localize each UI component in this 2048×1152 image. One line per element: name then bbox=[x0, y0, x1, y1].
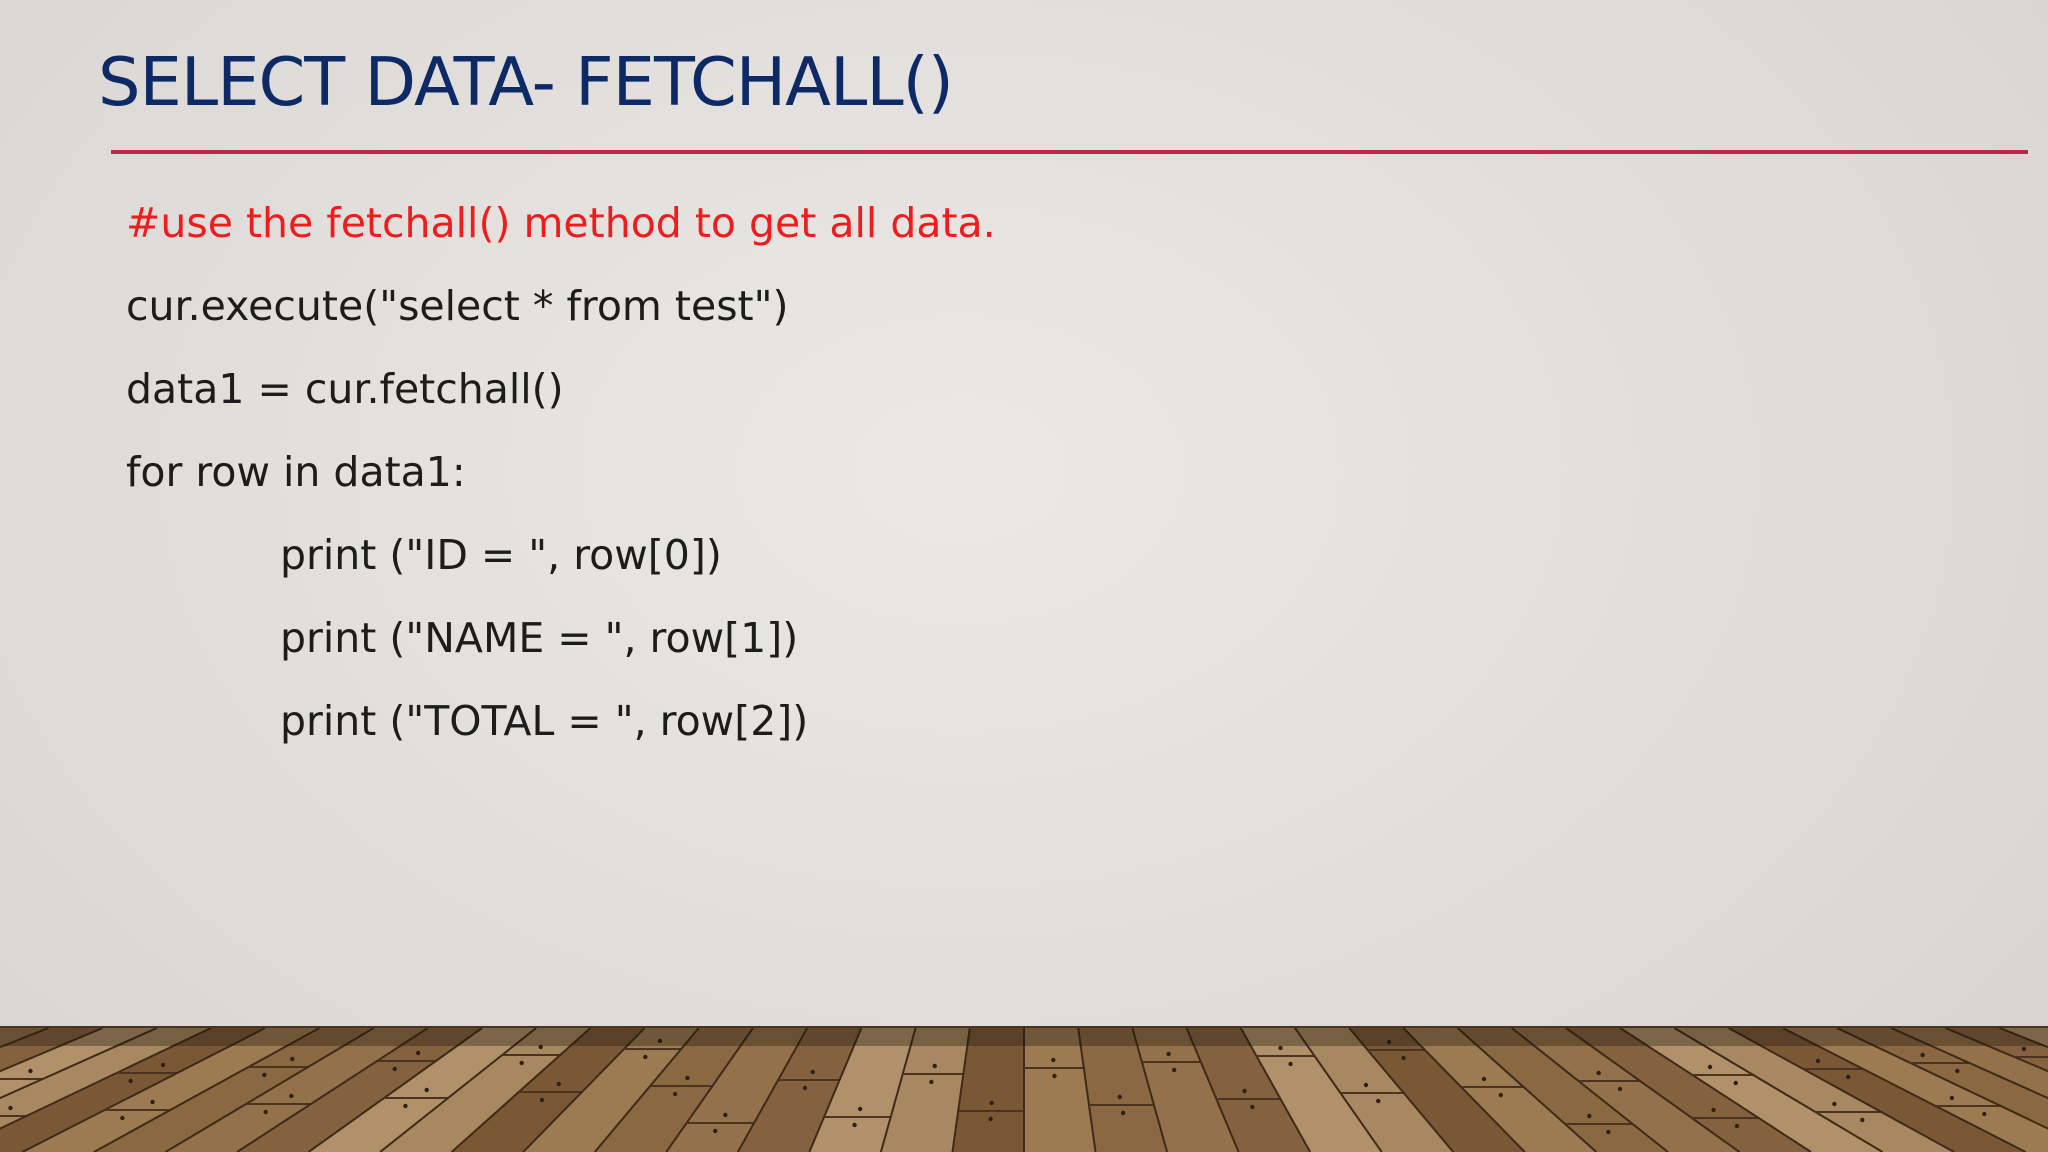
nail-dot bbox=[556, 1081, 561, 1087]
nail-dot bbox=[1949, 1095, 1955, 1101]
nail-dot bbox=[1733, 1080, 1738, 1086]
nail-dot bbox=[1982, 1111, 1987, 1117]
nail-dot bbox=[1051, 1057, 1056, 1063]
nail-dot bbox=[852, 1122, 857, 1128]
nail-dot bbox=[802, 1085, 808, 1091]
nail-dot bbox=[1278, 1045, 1283, 1051]
nail-dot bbox=[128, 1078, 133, 1084]
code-listing: #use the fetchall() method to get all da… bbox=[126, 182, 996, 763]
nail-dot bbox=[989, 1100, 994, 1106]
nail-dot bbox=[290, 1056, 295, 1062]
nail-dot bbox=[1711, 1107, 1716, 1113]
nail-dot bbox=[1587, 1113, 1592, 1119]
nail-dot bbox=[403, 1103, 408, 1109]
nail-dot bbox=[1707, 1064, 1713, 1070]
nail-dot bbox=[929, 1079, 934, 1085]
slide-title: SELECT DATA- FETCHALL() bbox=[98, 43, 954, 121]
nail-dot bbox=[1401, 1055, 1406, 1061]
nail-dot bbox=[415, 1050, 421, 1056]
nail-dot bbox=[262, 1072, 267, 1078]
nail-dot bbox=[1617, 1086, 1623, 1092]
wood-planks-graphic bbox=[0, 1028, 2048, 1152]
nail-dot bbox=[263, 1109, 268, 1115]
code-line-execute: cur.execute("select * from test") bbox=[126, 282, 789, 330]
nail-dot bbox=[1052, 1073, 1057, 1079]
nail-dot bbox=[857, 1106, 863, 1112]
nail-dot bbox=[2021, 1046, 2027, 1052]
nail-dot bbox=[289, 1093, 294, 1099]
nail-dot bbox=[1920, 1052, 1925, 1058]
code-line-for-loop: for row in data1: bbox=[126, 448, 466, 496]
nail-dot bbox=[1242, 1088, 1247, 1094]
nail-dot bbox=[1832, 1101, 1837, 1107]
nail-dot bbox=[424, 1087, 429, 1093]
nail-dot bbox=[1288, 1061, 1293, 1067]
nail-dot bbox=[643, 1054, 648, 1060]
nail-dot bbox=[1955, 1068, 1960, 1074]
nail-dot bbox=[988, 1116, 993, 1122]
floor-shadow bbox=[0, 1028, 2048, 1046]
code-line-print-total: print ("TOTAL = ", row[2]) bbox=[280, 697, 809, 745]
nail-dot bbox=[8, 1105, 13, 1111]
nail-dot bbox=[1120, 1110, 1126, 1116]
title-divider bbox=[111, 150, 2028, 154]
nail-dot bbox=[160, 1062, 166, 1068]
nail-dot bbox=[1498, 1092, 1503, 1098]
nail-dot bbox=[932, 1063, 937, 1069]
wood-floor-decoration bbox=[0, 1028, 2048, 1152]
slide: SELECT DATA- FETCHALL() #use the fetchal… bbox=[0, 0, 2048, 1152]
code-line-fetchall: data1 = cur.fetchall() bbox=[126, 365, 564, 413]
nail-dot bbox=[1166, 1051, 1171, 1057]
nail-dot bbox=[1117, 1094, 1122, 1100]
nail-dot bbox=[1250, 1104, 1255, 1110]
nail-dot bbox=[810, 1069, 815, 1075]
nail-dot bbox=[392, 1066, 397, 1072]
nail-dot bbox=[1481, 1076, 1487, 1082]
nail-dot bbox=[1815, 1058, 1821, 1064]
nail-dot bbox=[1860, 1117, 1865, 1123]
nail-dot bbox=[1596, 1070, 1601, 1076]
nail-dot bbox=[28, 1068, 33, 1074]
nail-dot bbox=[723, 1112, 728, 1118]
nail-dot bbox=[1363, 1082, 1369, 1088]
nail-dot bbox=[150, 1099, 155, 1105]
nail-dot bbox=[120, 1115, 125, 1121]
code-line-print-name: print ("NAME = ", row[1]) bbox=[280, 614, 799, 662]
nail-dot bbox=[519, 1060, 524, 1066]
nail-dot bbox=[685, 1075, 690, 1081]
nail-dot bbox=[1606, 1129, 1611, 1135]
nail-dot bbox=[1846, 1074, 1851, 1080]
code-comment-line: #use the fetchall() method to get all da… bbox=[126, 199, 996, 247]
nail-dot bbox=[1734, 1123, 1740, 1129]
nail-dot bbox=[1171, 1067, 1177, 1073]
nail-dot bbox=[713, 1128, 718, 1134]
code-line-print-id: print ("ID = ", row[0]) bbox=[280, 531, 722, 579]
nail-dot bbox=[1376, 1098, 1381, 1104]
nail-dot bbox=[672, 1091, 678, 1097]
nail-dot bbox=[539, 1097, 545, 1103]
